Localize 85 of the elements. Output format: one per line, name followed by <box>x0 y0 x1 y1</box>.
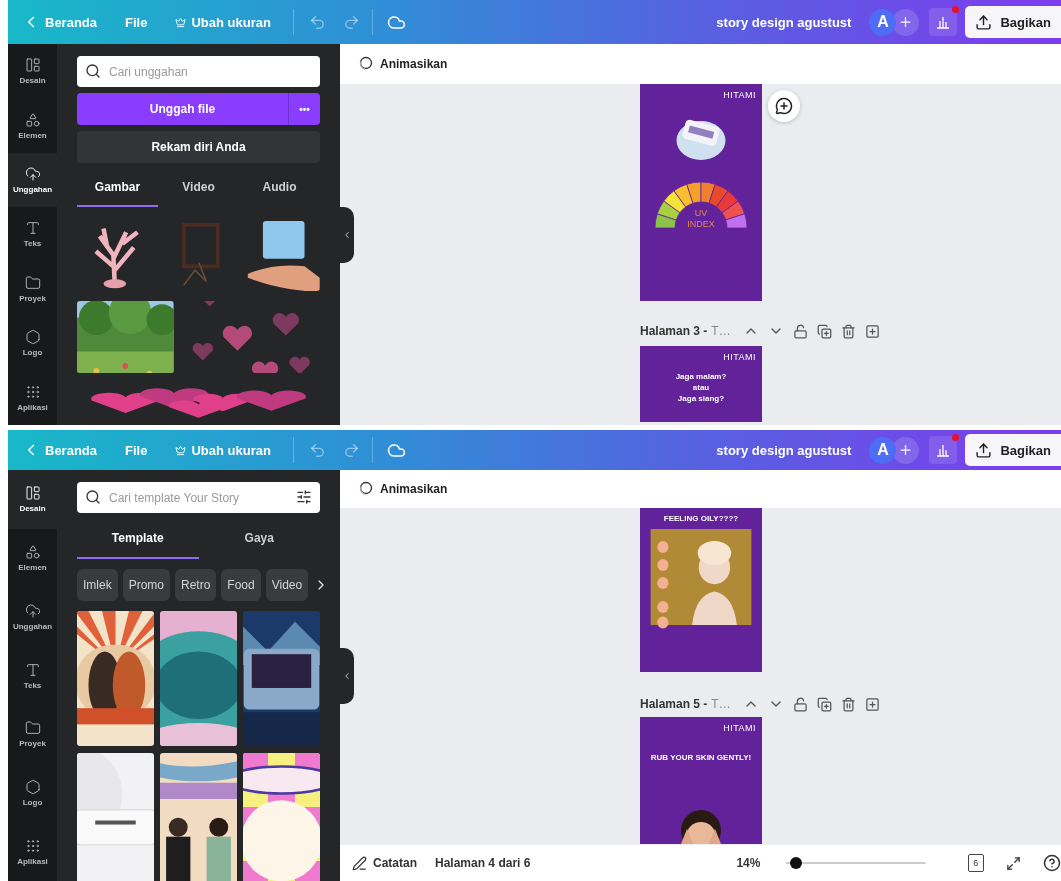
lock-icon[interactable] <box>792 696 808 712</box>
brand-logo: HITAMI <box>723 723 756 733</box>
upload-icon <box>975 441 993 459</box>
pen-icon <box>352 855 367 871</box>
page-label: Halaman 3 - <box>640 324 708 338</box>
layout-icon <box>24 485 41 502</box>
hexagon-icon <box>24 778 41 795</box>
more-options-button[interactable]: ••• <box>288 93 320 125</box>
add-comment-button[interactable] <box>768 90 800 122</box>
user-avatar[interactable]: A <box>869 436 897 464</box>
help-icon[interactable] <box>1043 854 1061 872</box>
category-chip[interactable]: Promo <box>122 569 170 601</box>
slider-thumb[interactable] <box>790 857 803 869</box>
category-chip[interactable]: Retro <box>175 569 217 601</box>
nav-item[interactable]: Unggahan <box>8 152 57 208</box>
hexagon-icon <box>24 329 41 346</box>
grid-icon <box>24 837 41 854</box>
panel-tab[interactable]: Gambar <box>77 169 158 207</box>
text-icon <box>24 661 41 678</box>
shapes-icon <box>24 111 41 128</box>
folder-icon <box>24 274 41 291</box>
upload-icon <box>975 13 993 31</box>
collapse-panel-handle[interactable] <box>340 206 354 263</box>
uv-index-gauge-drawing: UV INDEX <box>651 174 751 232</box>
animate-button[interactable]: Animasikan <box>350 54 454 74</box>
page-text: Jaga malam? atau Jaga siang? <box>675 372 727 405</box>
duplicate-icon[interactable] <box>816 696 832 712</box>
add-page-icon[interactable] <box>864 696 880 712</box>
fullscreen-icon[interactable] <box>1006 855 1021 871</box>
category-chip[interactable]: Video <box>265 569 309 601</box>
design-title[interactable]: story design agustust <box>716 14 852 30</box>
bar-chart-icon <box>935 14 952 30</box>
trash-icon[interactable] <box>840 323 856 339</box>
brand-logo: HITAMI <box>723 90 756 100</box>
add-person-button[interactable] <box>892 436 920 464</box>
cloud-upload-icon <box>24 602 41 619</box>
upload-file-button[interactable]: Unggah file <box>77 93 288 125</box>
nav-item[interactable]: Desain <box>8 470 57 529</box>
design-page[interactable]: HITAMI RUB YOUR SKIN GENTLY! <box>640 717 762 844</box>
insights-button[interactable] <box>929 8 958 36</box>
record-yourself-button[interactable]: Rekam diri Anda <box>77 131 320 163</box>
share-button[interactable]: Bagikan <box>965 6 1061 38</box>
notes-button[interactable]: Catatan <box>352 855 417 871</box>
page-count-button[interactable]: 6 <box>967 854 984 872</box>
page-heading: FEELING OILY???? <box>663 514 739 523</box>
zoom-value: 14% <box>736 856 761 870</box>
bar-chart-icon <box>935 442 952 458</box>
design-page[interactable]: HITAMI Jaga malam? atau Jaga siang? <box>640 346 762 422</box>
collapse-panel-handle[interactable] <box>340 647 354 704</box>
shapes-icon <box>24 544 41 561</box>
category-chip[interactable]: Food <box>221 569 261 601</box>
add-person-button[interactable] <box>892 8 920 36</box>
search-icon <box>85 489 101 505</box>
search-field[interactable]: Cari template Your Story <box>77 482 320 513</box>
user-avatar[interactable]: A <box>869 8 897 36</box>
page-label: Halaman 5 - <box>640 697 708 711</box>
insights-button[interactable] <box>929 436 958 464</box>
page-indicator: Halaman 4 dari 6 <box>435 856 531 870</box>
search-field[interactable]: Cari unggahan <box>77 56 320 87</box>
panel-tab[interactable]: Template <box>77 519 199 559</box>
share-button[interactable]: Bagikan <box>965 434 1061 466</box>
category-chip[interactable]: Imlek <box>77 569 118 601</box>
brand-logo: HITAMI <box>723 352 756 362</box>
panel-tab[interactable]: Gaya <box>198 519 320 559</box>
trash-icon[interactable] <box>840 696 856 712</box>
panel-tab[interactable]: Video <box>158 169 239 207</box>
duplicate-icon[interactable] <box>816 323 832 339</box>
comment-add-icon <box>775 97 793 115</box>
panel-tab[interactable]: Audio <box>239 169 320 207</box>
grid-icon <box>24 383 41 400</box>
filter-icon <box>296 489 312 505</box>
crown-icon <box>175 16 187 28</box>
text-icon <box>24 220 41 237</box>
crown-icon <box>175 444 187 456</box>
folder-icon <box>24 720 41 737</box>
design-page[interactable]: HITAMI UV INDEX <box>640 84 762 301</box>
cloud-upload-icon <box>24 166 41 183</box>
design-title[interactable]: story design agustust <box>716 442 852 458</box>
layout-icon <box>24 57 41 74</box>
lock-icon[interactable] <box>792 323 808 339</box>
design-page[interactable]: FEELING OILY???? <box>640 508 762 672</box>
search-icon <box>85 63 101 79</box>
add-page-icon[interactable] <box>864 323 880 339</box>
animate-button[interactable]: Animasikan <box>350 479 454 499</box>
page-heading: RUB YOUR SKIN GENTLY! <box>650 753 752 762</box>
